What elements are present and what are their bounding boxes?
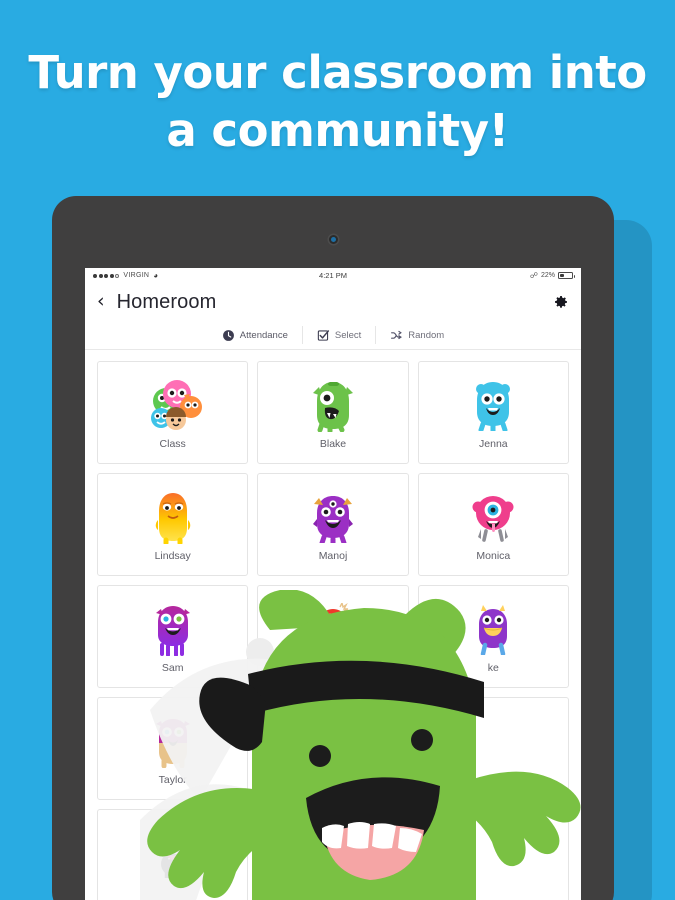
student-card-monica[interactable]: Monica — [417, 473, 569, 576]
student-card-manoj[interactable]: Manoj — [257, 473, 409, 576]
tab-select-label: Select — [334, 329, 362, 341]
student-name: Monica — [476, 550, 511, 562]
student-card-jenna[interactable]: Jenna — [417, 361, 569, 464]
student-card-blake[interactable]: Blake — [257, 361, 409, 464]
student-name: D — [329, 662, 337, 674]
magenta-legs-monster-icon — [151, 598, 195, 660]
wifi-icon: ◕ — [153, 270, 159, 280]
student-name: Jenna — [479, 438, 508, 450]
promo-canvas: Turn your classroom into a community! VI… — [0, 0, 675, 900]
carrier-name: VIRGIN — [123, 272, 150, 279]
student-name: Blake — [319, 438, 347, 450]
status-bar-clock: 4:21 PM — [319, 271, 347, 280]
gray-bear-monster-icon — [152, 822, 194, 884]
group-monsters-icon — [144, 374, 202, 436]
headline-line-2: a community! — [166, 104, 509, 157]
device-screen: VIRGIN ◕ 4:21 PM ☍ 22% ‹ Homeroom Attend… — [85, 268, 581, 900]
student-name: Lindsay — [154, 550, 191, 562]
tab-attendance[interactable]: Attendance — [208, 326, 302, 344]
tab-attendance-label: Attendance — [239, 329, 288, 341]
action-toolbar: Attendance Select Random — [85, 321, 581, 350]
student-card-taylor[interactable]: Taylor — [97, 697, 249, 800]
student-name: Manoj — [318, 550, 348, 562]
green-monster-icon — [311, 374, 355, 436]
tab-random[interactable]: Random — [375, 326, 458, 344]
status-bar-right: ☍ 22% — [529, 270, 575, 280]
bluetooth-icon: ☍ — [529, 270, 538, 280]
student-grid-scroll[interactable]: Class Blake Jenna Lindsay Manoj Monica S… — [85, 350, 581, 900]
pink-cyclops-monster-icon — [470, 486, 516, 548]
student-card-gray-bear[interactable] — [97, 809, 249, 900]
scroll-indicator-blob — [246, 638, 274, 666]
orange-yellow-monster-icon — [152, 486, 194, 548]
student-card-class[interactable]: Class — [97, 361, 249, 464]
shuffle-icon — [390, 329, 403, 342]
purple-three-eye-monster-icon — [310, 486, 356, 548]
blue-fuzzy-monster-icon — [471, 374, 515, 436]
gear-icon[interactable] — [553, 294, 569, 310]
purple-horned-monster-icon — [471, 598, 515, 660]
student-card-hidden-3[interactable] — [257, 809, 409, 900]
battery-percent: 22% — [540, 272, 555, 279]
tab-select[interactable]: Select — [301, 326, 375, 344]
checkbox-checked-icon — [317, 329, 330, 342]
student-card-hidden-1[interactable] — [257, 697, 409, 800]
student-card-obscured-1[interactable]: D — [257, 585, 409, 688]
student-name: ke — [487, 662, 499, 674]
screen-title: Homeroom — [116, 290, 217, 313]
clock-icon — [222, 329, 235, 342]
page-title: Turn your classroom into a community! — [0, 44, 675, 160]
student-card-sam[interactable]: Sam — [97, 585, 249, 688]
student-card-hidden-4[interactable] — [417, 809, 569, 900]
tab-random-label: Random — [408, 329, 445, 341]
back-button[interactable]: ‹ — [97, 291, 111, 313]
student-card-hidden-2[interactable] — [417, 697, 569, 800]
purple-tan-monster-icon — [152, 710, 194, 772]
student-card-lindsay[interactable]: Lindsay — [97, 473, 249, 576]
student-grid: Class Blake Jenna Lindsay Manoj Monica S… — [97, 361, 569, 900]
student-card-obscured-2[interactable]: ke — [417, 585, 569, 688]
student-name: Sam — [161, 662, 184, 674]
status-bar: VIRGIN ◕ 4:21 PM ☍ 22% — [85, 268, 581, 283]
navigation-bar: ‹ Homeroom — [85, 283, 581, 321]
red-antler-monster-icon — [311, 598, 355, 660]
front-camera-icon — [328, 235, 338, 244]
headline-line-1: Turn your classroom into — [28, 46, 647, 99]
student-name: Taylor — [158, 774, 187, 786]
student-name: Class — [159, 438, 186, 450]
status-bar-left: VIRGIN ◕ — [93, 270, 159, 280]
battery-icon — [558, 272, 575, 279]
signal-strength-icon — [93, 273, 120, 278]
